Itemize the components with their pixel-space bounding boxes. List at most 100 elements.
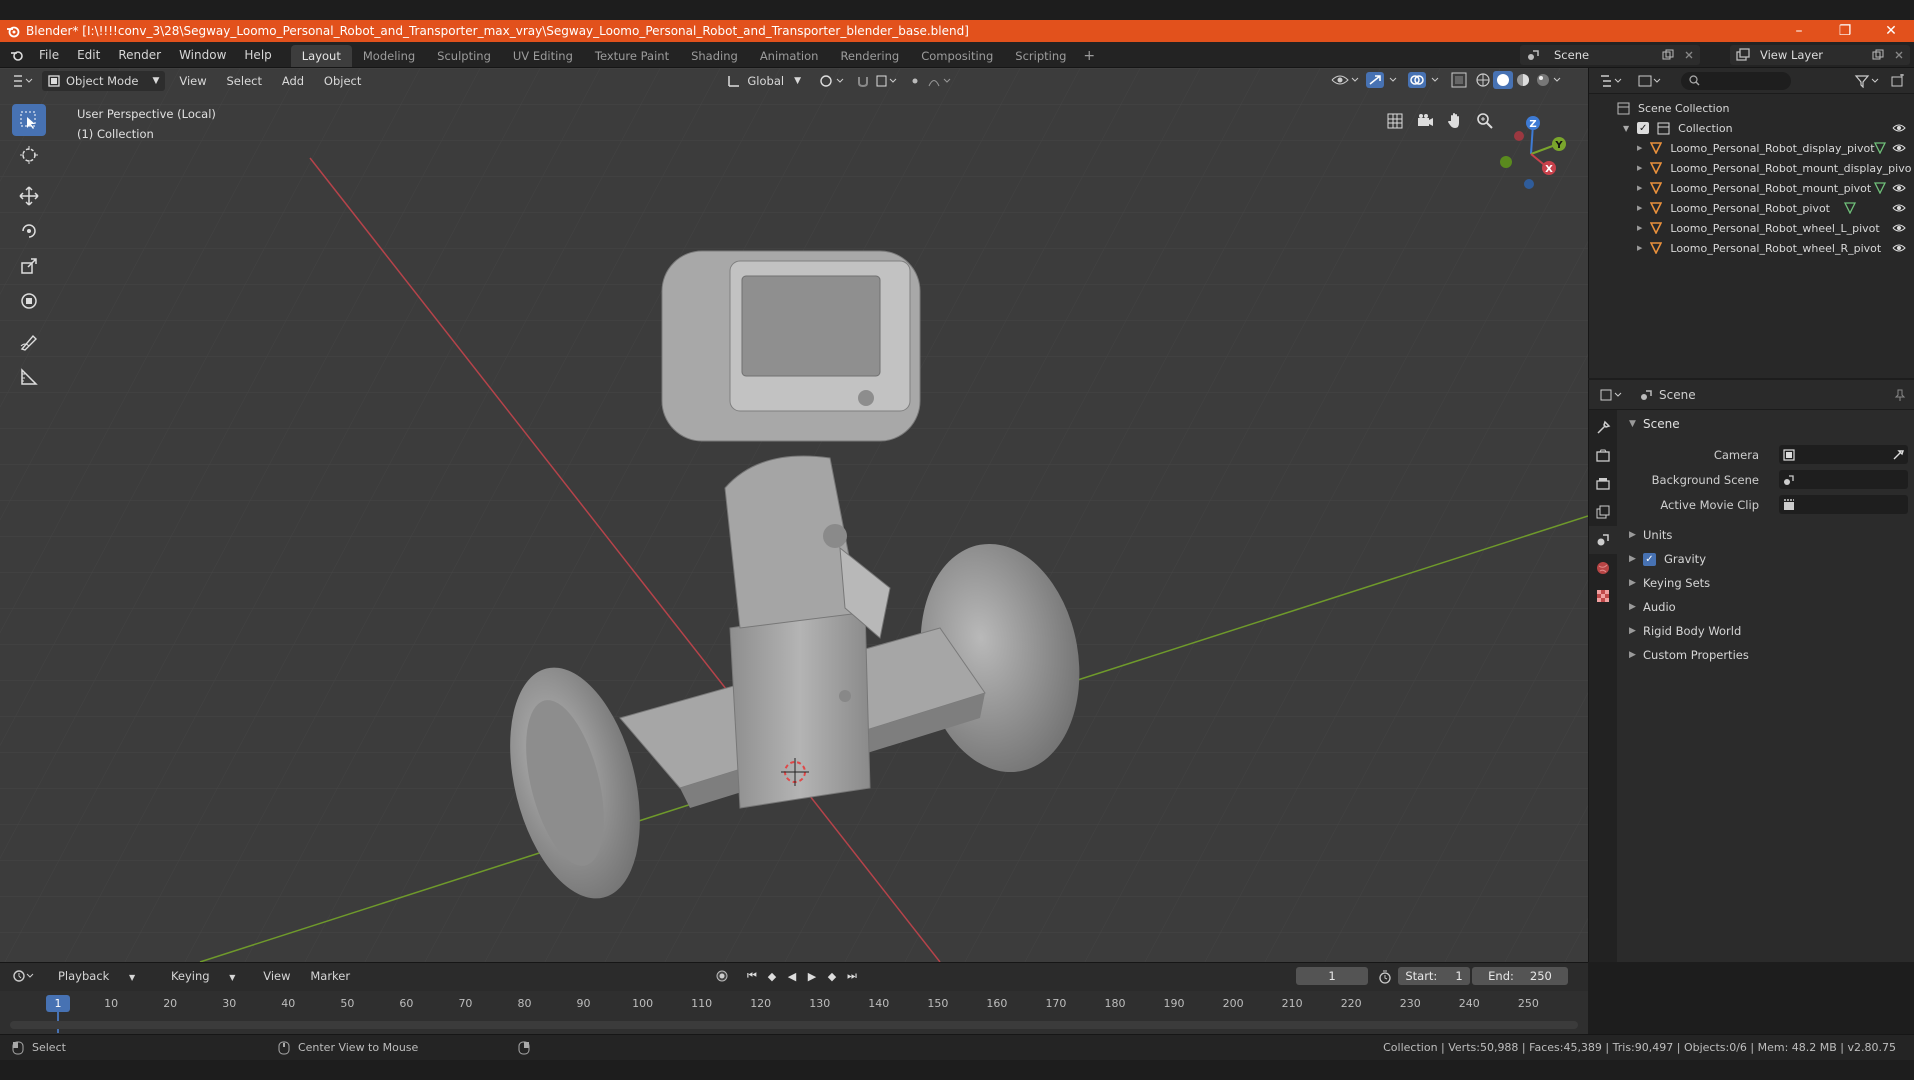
display-mode-icon[interactable]	[1637, 74, 1663, 88]
keying-sets-subpanel[interactable]: ▶ Keying Sets	[1619, 571, 1914, 595]
menu-window[interactable]: Window	[170, 48, 235, 62]
gravity-checkbox[interactable]: ✓	[1643, 552, 1656, 566]
add-workspace-button[interactable]: +	[1077, 45, 1101, 67]
outliner-editor-icon[interactable]	[1599, 74, 1623, 88]
tab-world[interactable]	[1589, 554, 1617, 582]
tab-sculpting[interactable]: Sculpting	[426, 45, 502, 67]
units-subpanel[interactable]: ▶ Units	[1619, 523, 1914, 547]
pivot-point-icon[interactable]	[819, 74, 845, 88]
visibility-eye-icon[interactable]	[1892, 203, 1906, 213]
record-button[interactable]	[712, 967, 732, 985]
jump-to-start-button[interactable]: ⏮	[742, 967, 762, 985]
tab-tool[interactable]	[1589, 414, 1617, 442]
collapse-chevron-icon[interactable]: ▼	[1623, 124, 1629, 133]
visibility-eye-icon[interactable]	[1892, 183, 1906, 193]
jump-to-keyframe-back-button[interactable]: ◆	[762, 967, 782, 985]
menu-help[interactable]: Help	[235, 48, 280, 62]
scene-panel-header[interactable]: ▼ Scene	[1619, 412, 1914, 436]
minimize-button[interactable]: –	[1776, 20, 1822, 42]
pan-hand-icon[interactable]	[1440, 108, 1470, 134]
tab-view-layer[interactable]	[1589, 498, 1617, 526]
outliner-search-input[interactable]	[1681, 71, 1791, 90]
tab-shading[interactable]: Shading	[680, 45, 749, 67]
menu-render[interactable]: Render	[109, 48, 170, 62]
copy-scene-icon[interactable]	[1662, 49, 1674, 61]
tab-render[interactable]	[1589, 442, 1617, 470]
timeline-editor-icon[interactable]	[12, 969, 36, 983]
properties-editor-icon[interactable]	[1599, 388, 1623, 402]
timeline-menu-view[interactable]: View	[255, 969, 298, 983]
background-scene-field[interactable]	[1779, 470, 1908, 489]
expand-chevron-icon[interactable]: ▶	[1637, 204, 1642, 212]
viewport-menu-view[interactable]: View	[171, 74, 214, 88]
grid-view-icon[interactable]	[1380, 108, 1410, 134]
tab-compositing[interactable]: Compositing	[910, 45, 1004, 67]
start-frame-field[interactable]: Start: 1	[1398, 967, 1470, 985]
pin-icon[interactable]	[1894, 389, 1906, 401]
scene-collection-row[interactable]: Scene Collection	[1589, 98, 1914, 118]
menu-edit[interactable]: Edit	[68, 48, 109, 62]
overlays-icon[interactable]	[1406, 71, 1444, 89]
xray-icon[interactable]	[1450, 71, 1468, 89]
tab-texture-paint[interactable]: Texture Paint	[584, 45, 680, 67]
outliner-object-row[interactable]: ▶ Loomo_Personal_Robot_mount_display_piv…	[1589, 158, 1914, 178]
timeline-ruler[interactable]: 1 10 20 30 40 50 60 70 80 90 100 110 120 130 140 150 16…	[0, 991, 1588, 1035]
jump-to-end-button[interactable]: ⏭	[842, 967, 862, 985]
tab-modeling[interactable]: Modeling	[352, 45, 426, 67]
tab-texture[interactable]	[1589, 582, 1617, 610]
timeline-scrollbar[interactable]	[10, 1021, 1578, 1029]
collection-row[interactable]: ▼ ✓ Collection	[1589, 118, 1914, 138]
view-layer-selector[interactable]: View Layer	[1730, 45, 1910, 65]
move-tool[interactable]	[12, 180, 46, 212]
rigid-body-world-subpanel[interactable]: ▶ Rigid Body World	[1619, 619, 1914, 643]
outliner-object-row[interactable]: ▶ Loomo_Personal_Robot_mount_pivot	[1589, 178, 1914, 198]
tab-scene[interactable]	[1589, 526, 1617, 554]
maximize-button[interactable]: ❐	[1822, 20, 1868, 42]
transform-tool[interactable]	[12, 285, 46, 317]
outliner-object-row[interactable]: ▶ Loomo_Personal_Robot_wheel_R_pivot	[1589, 238, 1914, 258]
outliner-object-row[interactable]: ▶ Loomo_Personal_Robot_pivot	[1589, 198, 1914, 218]
close-button[interactable]: ✕	[1868, 20, 1914, 42]
tab-animation[interactable]: Animation	[749, 45, 830, 67]
camera-field[interactable]	[1779, 445, 1908, 464]
proportional-editing-icon[interactable]	[909, 74, 953, 88]
timeline-menu-playback[interactable]: Playback ▼	[42, 969, 151, 983]
gizmo-toggle-icon[interactable]	[1364, 71, 1402, 89]
custom-properties-subpanel[interactable]: ▶ Custom Properties	[1619, 643, 1914, 667]
camera-view-icon[interactable]	[1410, 108, 1440, 134]
tab-scripting[interactable]: Scripting	[1004, 45, 1077, 67]
blender-menu-icon[interactable]	[10, 48, 24, 62]
play-reverse-button[interactable]: ◀	[782, 967, 802, 985]
play-button[interactable]: ▶	[802, 967, 822, 985]
navigation-gizmo[interactable]: Z Y X	[1486, 106, 1576, 196]
visibility-eye-icon[interactable]	[1892, 223, 1906, 233]
expand-chevron-icon[interactable]: ▶	[1637, 244, 1642, 252]
visibility-eye-icon[interactable]	[1892, 243, 1906, 253]
object-mode-dropdown[interactable]: Object Mode ▼	[42, 71, 166, 91]
current-frame-field[interactable]: 1	[1296, 967, 1368, 985]
copy-view-layer-icon[interactable]	[1872, 49, 1884, 61]
orientation-dropdown[interactable]: Global ▼	[721, 71, 807, 91]
viewport-menu-object[interactable]: Object	[316, 74, 369, 88]
select-box-tool[interactable]	[12, 104, 46, 136]
current-frame-indicator[interactable]: 1	[46, 995, 70, 1012]
expand-chevron-icon[interactable]: ▶	[1637, 144, 1642, 152]
visibility-eye-icon[interactable]	[1892, 123, 1906, 133]
3d-viewport[interactable]: Object Mode ▼ View Select Add Object Glo…	[0, 68, 1588, 962]
eyedropper-icon[interactable]	[1892, 449, 1904, 461]
tab-uv-editing[interactable]: UV Editing	[502, 45, 584, 67]
timeline-menu-keying[interactable]: Keying ▼	[155, 969, 251, 983]
viewport-menu-add[interactable]: Add	[274, 74, 312, 88]
timeline-menu-marker[interactable]: Marker	[302, 969, 358, 983]
annotate-tool[interactable]	[12, 326, 46, 358]
close-view-layer-icon[interactable]	[1894, 50, 1904, 60]
filter-icon[interactable]	[1854, 74, 1880, 88]
new-collection-icon[interactable]	[1890, 73, 1906, 88]
viewport-menu-select[interactable]: Select	[219, 74, 270, 88]
gravity-subpanel[interactable]: ▶ ✓ Gravity	[1619, 547, 1914, 571]
active-movie-clip-field[interactable]	[1779, 495, 1908, 514]
expand-chevron-icon[interactable]: ▶	[1637, 224, 1642, 232]
end-frame-field[interactable]: End: 250	[1472, 967, 1568, 985]
menu-file[interactable]: File	[30, 48, 68, 62]
tab-layout[interactable]: Layout	[290, 45, 352, 67]
